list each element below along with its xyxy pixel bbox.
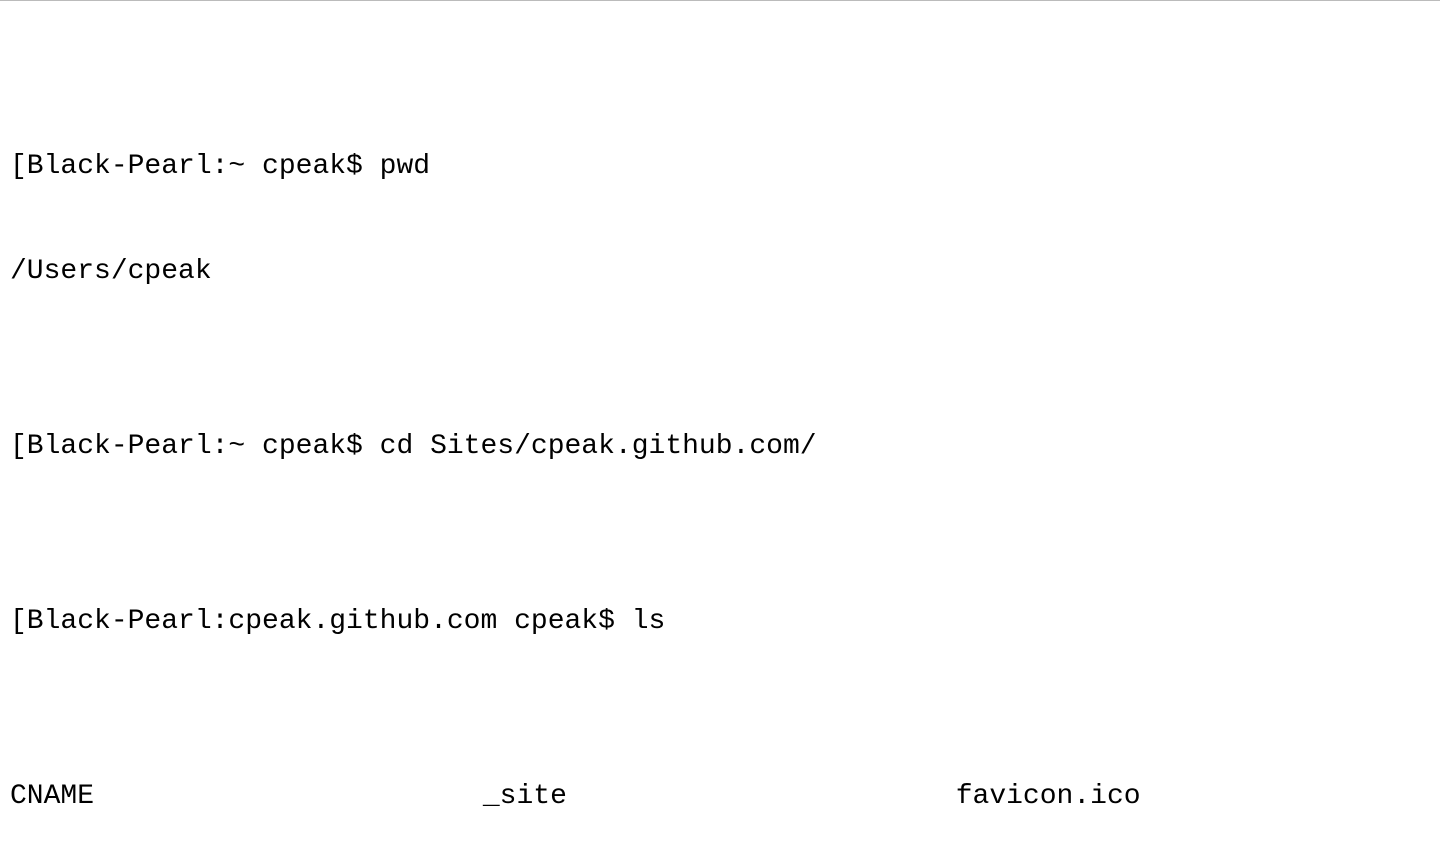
terminal-window[interactable]: [Black-Pearl:~ cpeak$ pwd /Users/cpeak [… [0, 0, 1440, 848]
file-entry: favicon.ico [956, 779, 1429, 814]
prompt-line: [Black-Pearl:cpeak.github.com cpeak$ ls [10, 604, 1430, 639]
ls-column: favicon.ico feed.xml images index.html j… [956, 709, 1429, 848]
shell-prompt: [Black-Pearl:~ cpeak$ [10, 151, 380, 182]
shell-prompt: [Black-Pearl:~ cpeak$ [10, 431, 380, 462]
command-text: cd Sites/cpeak.github.com/ [380, 431, 817, 462]
ls-output: CNAME _config.yml _includes _layouts _po… [10, 709, 1430, 848]
command-text: ls [632, 606, 666, 637]
shell-prompt: [Black-Pearl:cpeak.github.com cpeak$ [10, 606, 632, 637]
file-entry: CNAME [10, 779, 483, 814]
ls-column: CNAME _config.yml _includes _layouts _po… [10, 709, 483, 848]
output-line: /Users/cpeak [10, 254, 1430, 289]
ls-column: _site apple-touch-icon.png blog.html css… [483, 709, 956, 848]
command-text: pwd [380, 151, 430, 182]
prompt-line: [Black-Pearl:~ cpeak$ pwd [10, 149, 1430, 184]
file-entry: _site [483, 779, 956, 814]
prompt-line: [Black-Pearl:~ cpeak$ cd Sites/cpeak.git… [10, 429, 1430, 464]
